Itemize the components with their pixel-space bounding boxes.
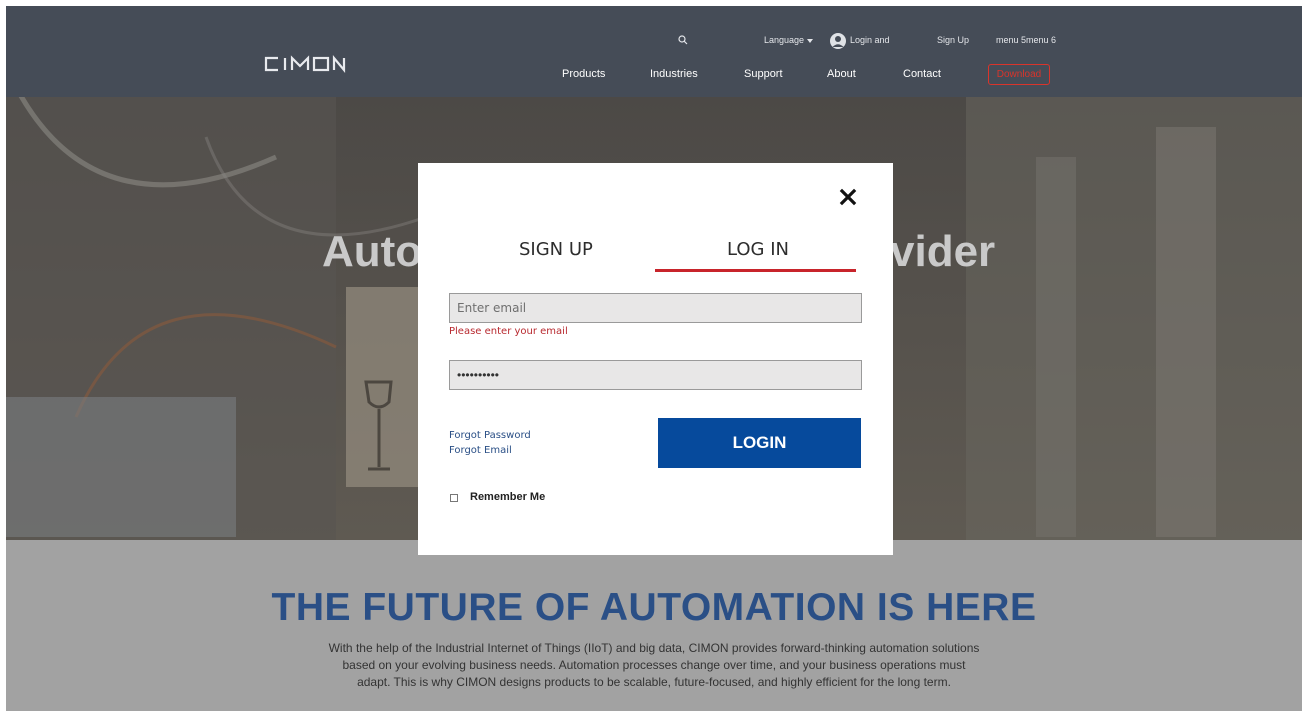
login-link[interactable]: Login and	[830, 32, 890, 49]
forgot-email-link[interactable]: Forgot Email	[449, 445, 512, 456]
menu-5-6-link[interactable]: menu 5menu 6	[996, 32, 1056, 48]
nav-contact[interactable]: Contact	[903, 68, 941, 80]
nav-support[interactable]: Support	[744, 68, 783, 80]
cimon-logo[interactable]	[264, 54, 346, 74]
close-icon[interactable]	[836, 185, 860, 209]
download-button[interactable]: Download	[988, 64, 1050, 85]
language-dropdown[interactable]: Language	[764, 32, 814, 48]
login-modal: SIGN UP LOG IN Please enter your email F…	[418, 163, 893, 555]
email-error-message: Please enter your email	[449, 326, 568, 337]
login-button[interactable]: LOGIN	[658, 418, 861, 468]
nav-about[interactable]: About	[827, 68, 856, 80]
site-header: Language Login and Sign Up menu 5menu 6 …	[6, 6, 1302, 97]
user-icon	[830, 32, 846, 49]
remember-me-checkbox[interactable]	[450, 494, 458, 502]
email-input[interactable]	[449, 293, 862, 323]
section-title: THE FUTURE OF AUTOMATION IS HERE	[271, 586, 1037, 629]
search-icon[interactable]	[678, 32, 692, 48]
intro-section: THE FUTURE OF AUTOMATION IS HERE With th…	[6, 540, 1302, 711]
nav-industries[interactable]: Industries	[650, 68, 698, 80]
tab-signup[interactable]: SIGN UP	[519, 239, 593, 260]
login-label: Login and	[850, 35, 890, 45]
forgot-password-link[interactable]: Forgot Password	[449, 430, 531, 441]
hero-title-left: Auto	[322, 227, 423, 276]
language-label: Language	[764, 35, 805, 45]
section-body: With the help of the Industrial Internet…	[328, 641, 980, 689]
nav-products[interactable]: Products	[562, 68, 605, 80]
tab-login[interactable]: LOG IN	[727, 239, 789, 260]
signup-link[interactable]: Sign Up	[937, 32, 969, 48]
hero-title-right: vider	[890, 227, 996, 276]
active-tab-indicator	[655, 269, 856, 272]
remember-me-label[interactable]: Remember Me	[470, 491, 545, 503]
password-input[interactable]	[449, 360, 862, 390]
caret-down-icon	[807, 38, 814, 43]
